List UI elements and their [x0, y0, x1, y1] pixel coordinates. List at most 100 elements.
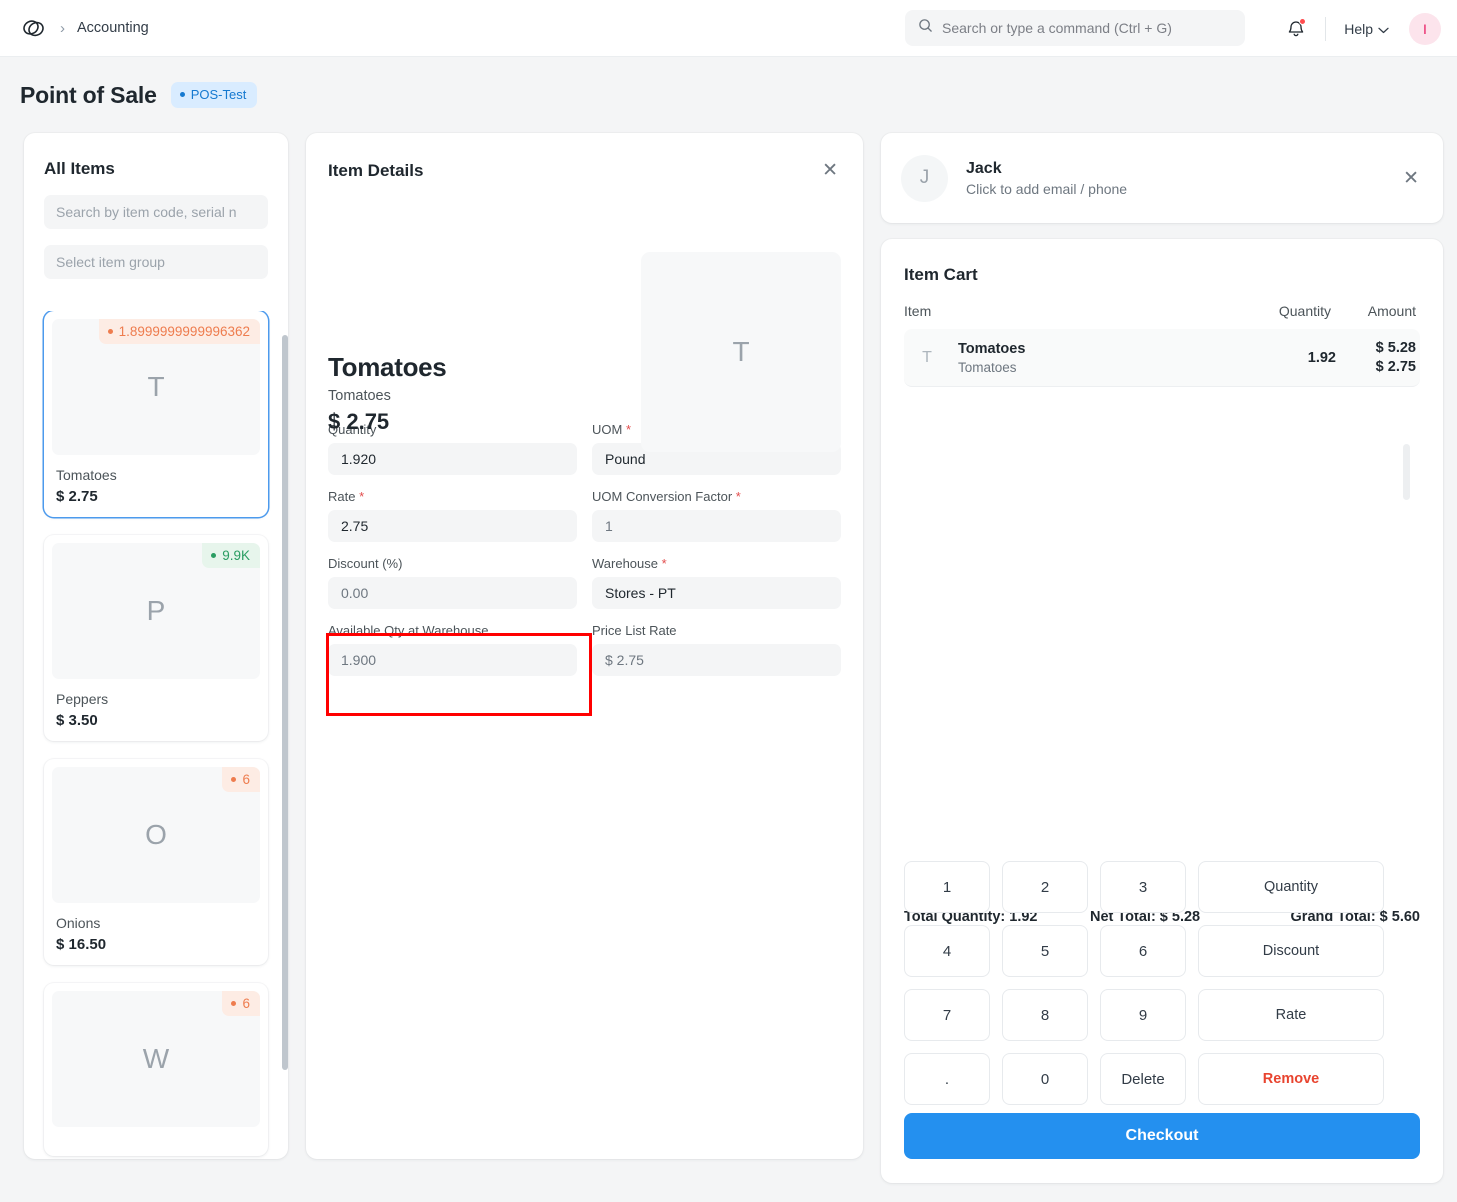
field-warehouse: Warehouse * Stores - PT [592, 556, 841, 609]
breadcrumb-item-accounting[interactable]: Accounting [77, 20, 149, 36]
item-card-tomatoes[interactable]: T 1.8999999999996362 Tomatoes $ 2.75 [44, 311, 268, 517]
cart-item-initial: T [922, 349, 932, 367]
item-card-partial[interactable]: W 6 [44, 983, 268, 1156]
keypad-remove-button[interactable]: Remove [1198, 1053, 1384, 1105]
customer-info: Jack Click to add email / phone [966, 160, 1127, 197]
item-detail-summary: Tomatoes Tomatoes $ 2.75 [328, 352, 446, 435]
stock-badge: 6 [222, 991, 260, 1016]
item-name: Onions [52, 903, 260, 931]
keypad-key-8[interactable]: 8 [1002, 989, 1088, 1041]
quantity-input[interactable]: 1.920 [328, 443, 577, 475]
item-detail-price: $ 2.75 [328, 409, 446, 435]
item-card-onions[interactable]: O 6 Onions $ 16.50 [44, 759, 268, 965]
field-rate: Rate * 2.75 [328, 489, 577, 542]
item-price: $ 2.75 [52, 483, 260, 505]
item-details-title: Item Details [328, 161, 423, 181]
keypad-quantity-button[interactable]: Quantity [1198, 861, 1384, 913]
keypad-key-4[interactable]: 4 [904, 925, 990, 977]
breadcrumb: › Accounting [20, 14, 149, 42]
cart-scrollbar[interactable] [1403, 444, 1410, 500]
item-group-select[interactable]: Select item group [44, 245, 268, 279]
item-thumbnail: T 1.8999999999996362 [52, 319, 260, 455]
discount-input[interactable]: 0.00 [328, 577, 577, 609]
stock-badge-label: 1.8999999999996362 [119, 324, 250, 339]
help-menu-button[interactable]: Help [1338, 17, 1395, 41]
keypad-key-5[interactable]: 5 [1002, 925, 1088, 977]
column-header-amount: Amount [1331, 303, 1416, 319]
status-dot-icon [180, 92, 185, 97]
item-detail-thumbnail: T [641, 252, 841, 452]
item-search-placeholder: Search by item code, serial n [56, 204, 237, 220]
cart-item-quantity: 1.92 [1226, 350, 1336, 366]
cart-item-code: Tomatoes [958, 360, 1226, 375]
customer-name: Jack [966, 160, 1127, 178]
item-initial: O [145, 819, 167, 851]
item-list-scroll[interactable]: T 1.8999999999996362 Tomatoes $ 2.75 P 9… [24, 311, 288, 1159]
global-search-input[interactable]: Search or type a command (Ctrl + G) [905, 10, 1245, 46]
cart-column-headers: Item Quantity Amount [881, 285, 1443, 319]
page-title: Point of Sale [20, 82, 157, 109]
item-initial: W [143, 1043, 169, 1075]
keypad-key-1[interactable]: 1 [904, 861, 990, 913]
keypad-key-9[interactable]: 9 [1100, 989, 1186, 1041]
column-header-item: Item [904, 303, 1211, 319]
field-available-qty-at-warehouse: Available Qty at Warehouse 1.900 [328, 623, 577, 676]
uom-conversion-factor-input[interactable]: 1 [592, 510, 841, 542]
item-detail-initial: T [732, 336, 749, 368]
keypad-key-7[interactable]: 7 [904, 989, 990, 1041]
keypad-key-decimal[interactable]: . [904, 1053, 990, 1105]
pos-main-area: All Items Search by item code, serial n … [0, 133, 1457, 1183]
keypad-rate-button[interactable]: Rate [1198, 989, 1384, 1041]
stock-badge-label: 9.9K [222, 548, 250, 563]
numeric-keypad: 1 2 3 Quantity 4 5 6 Discount 7 8 9 Rate… [896, 861, 1428, 1105]
close-icon[interactable]: ✕ [1403, 167, 1419, 190]
top-navbar: › Accounting Search or type a command (C… [0, 0, 1457, 57]
keypad-key-0[interactable]: 0 [1002, 1053, 1088, 1105]
notification-bell-icon[interactable] [1279, 12, 1313, 46]
item-thumbnail: P 9.9K [52, 543, 260, 679]
item-list-scrollbar[interactable] [282, 335, 288, 1070]
customer-card[interactable]: J Jack Click to add email / phone ✕ [881, 133, 1443, 223]
user-avatar[interactable]: I [1409, 13, 1441, 45]
keypad-key-6[interactable]: 6 [1100, 925, 1186, 977]
cart-item-amount-group: $ 5.28 $ 2.75 [1336, 340, 1416, 375]
warehouse-input[interactable]: Stores - PT [592, 577, 841, 609]
cart-item-amount: $ 5.28 [1336, 340, 1416, 356]
stock-dot-icon [231, 1001, 236, 1006]
available-qty-input[interactable]: 1.900 [328, 644, 577, 676]
column-header-quantity: Quantity [1211, 303, 1331, 319]
field-label: Warehouse * [592, 556, 841, 571]
keypad-delete-button[interactable]: Delete [1100, 1053, 1186, 1105]
keypad-discount-button[interactable]: Discount [1198, 925, 1384, 977]
item-initial: P [147, 595, 166, 627]
item-details-form: Quantity 1.920 UOM * Pound Rate * 2.75 U… [306, 422, 863, 690]
stock-dot-icon [108, 329, 113, 334]
notification-dot [1299, 18, 1306, 25]
field-label: Discount (%) [328, 556, 577, 571]
rate-input[interactable]: 2.75 [328, 510, 577, 542]
keypad-key-2[interactable]: 2 [1002, 861, 1088, 913]
item-card-peppers[interactable]: P 9.9K Peppers $ 3.50 [44, 535, 268, 741]
brand-logo-icon[interactable] [20, 14, 48, 42]
stock-badge: 9.9K [202, 543, 260, 568]
item-cart-title: Item Cart [881, 239, 1443, 285]
field-label: Rate * [328, 489, 577, 504]
checkout-button[interactable]: Checkout [904, 1113, 1420, 1159]
keypad-key-3[interactable]: 3 [1100, 861, 1186, 913]
global-search-placeholder: Search or type a command (Ctrl + G) [942, 20, 1172, 36]
item-search-input[interactable]: Search by item code, serial n [44, 195, 268, 229]
stock-badge: 1.8999999999996362 [99, 319, 260, 344]
item-name: Peppers [52, 679, 260, 707]
price-list-rate-input[interactable]: $ 2.75 [592, 644, 841, 676]
item-details-header: Item Details ✕ [306, 133, 863, 182]
avatar-initial: I [1423, 21, 1427, 37]
breadcrumb-separator-icon: › [60, 20, 65, 37]
close-icon[interactable]: ✕ [819, 159, 841, 182]
item-price [52, 1139, 260, 1144]
item-name [52, 1127, 260, 1139]
cart-item-names: Tomatoes Tomatoes [958, 341, 1226, 375]
cart-row[interactable]: T Tomatoes Tomatoes 1.92 $ 5.28 $ 2.75 [904, 329, 1420, 387]
field-uom-conversion-factor: UOM Conversion Factor * 1 [592, 489, 841, 542]
item-cart-panel: Item Cart Item Quantity Amount T Tomatoe… [881, 239, 1443, 1183]
customer-contact-prompt[interactable]: Click to add email / phone [966, 181, 1127, 197]
